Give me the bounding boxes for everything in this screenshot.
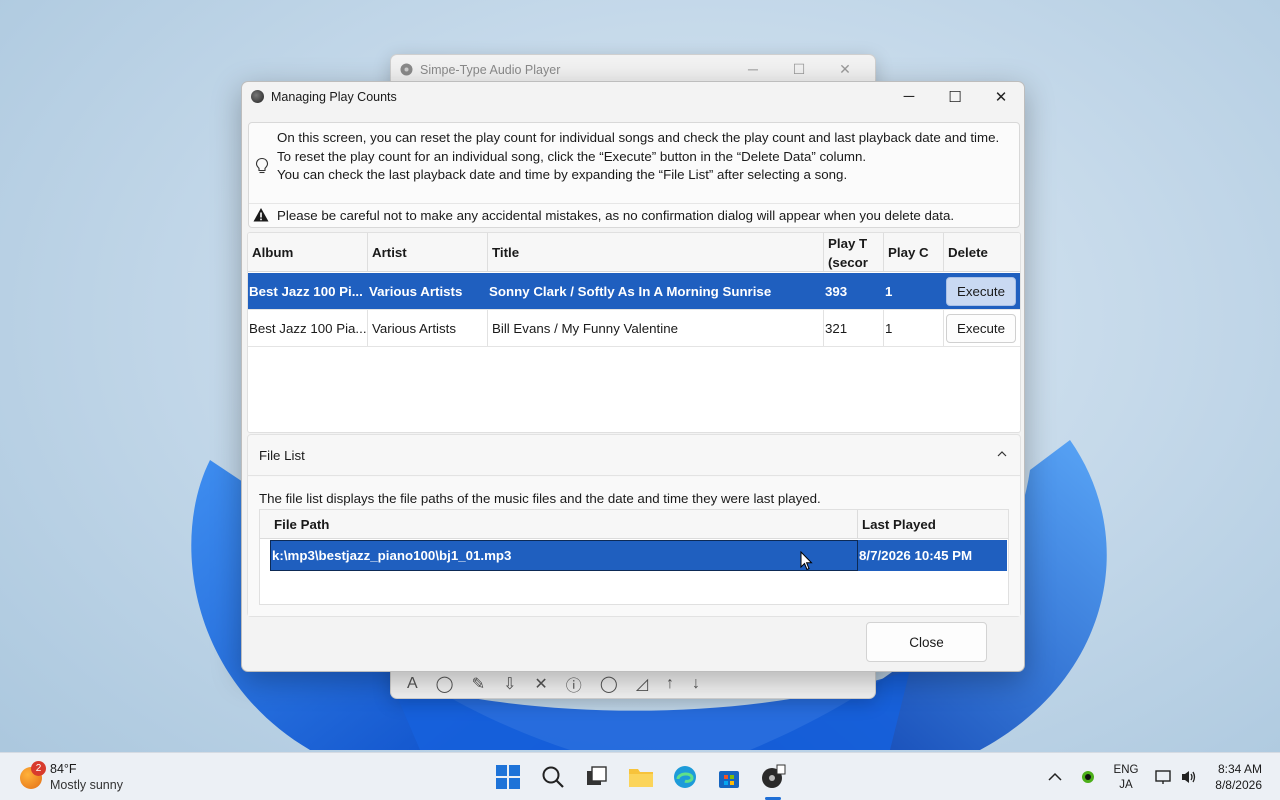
dialog-title: Managing Play Counts bbox=[271, 89, 397, 104]
mouse-cursor-icon bbox=[800, 551, 813, 571]
col-title[interactable]: Title bbox=[488, 233, 824, 271]
circle-icon[interactable]: ◯ bbox=[436, 674, 454, 694]
weather-condition: Mostly sunny bbox=[50, 778, 123, 792]
language-indicator[interactable]: ENG JA bbox=[1113, 763, 1139, 793]
col-last-played[interactable]: Last Played bbox=[858, 510, 1008, 538]
col-delete[interactable]: Delete bbox=[944, 233, 1020, 271]
dialog-maximize-icon[interactable]: ☐ bbox=[932, 82, 978, 111]
clock-time: 8:34 AM bbox=[1217, 762, 1262, 776]
cell-title: Bill Evans / My Funny Valentine bbox=[488, 310, 824, 346]
col-play-count[interactable]: Play C bbox=[884, 233, 944, 271]
file-list-expander: File List The file list displays the fil… bbox=[247, 434, 1021, 617]
file-list-description: The file list displays the file paths of… bbox=[259, 491, 821, 506]
language-top: ENG bbox=[1113, 764, 1139, 776]
info-panel: On this screen, you can reset the play c… bbox=[248, 122, 1020, 228]
songs-grid-header: Album Artist Title Play T (secor Play C … bbox=[248, 233, 1020, 272]
status-dot-icon[interactable] bbox=[1080, 769, 1096, 785]
up-icon[interactable]: ↑ bbox=[666, 675, 674, 693]
warning-text: Please be careful not to make any accide… bbox=[277, 208, 955, 223]
clock[interactable]: 8:34 AM 8/8/2026 bbox=[1210, 761, 1262, 793]
maximize-icon[interactable]: ☐ bbox=[779, 59, 819, 79]
info-icon[interactable]: ⓘ bbox=[566, 672, 582, 696]
warning-icon bbox=[253, 208, 269, 222]
file-list-grid: File Path Last Played k:\mp3\bestjazz_pi… bbox=[259, 509, 1009, 605]
cell-title: Sonny Clark / Softly As In A Morning Sun… bbox=[488, 273, 824, 309]
clock-date: 8/8/2026 bbox=[1215, 778, 1262, 792]
info-line-2: To reset the play count for an individua… bbox=[277, 148, 867, 164]
col-album[interactable]: Album bbox=[248, 233, 368, 271]
player-toolbar: A ◯ ✎ ⇩ ✕ ⓘ ◯ ◿ ↑ ↓ bbox=[391, 670, 875, 698]
play-counts-dialog: Managing Play Counts ─ ☐ ✕ On this scree… bbox=[241, 81, 1025, 672]
task-view-icon[interactable] bbox=[584, 764, 610, 790]
weather-temperature: 84°F bbox=[50, 762, 77, 776]
cell-play-time: 393 bbox=[824, 273, 884, 309]
import-icon[interactable]: ⇩ bbox=[503, 674, 516, 694]
edit-icon[interactable]: ✎ bbox=[472, 674, 485, 694]
weather-badge: 2 bbox=[31, 761, 46, 776]
execute-button[interactable]: Execute bbox=[946, 277, 1016, 306]
dialog-close-icon[interactable]: ✕ bbox=[978, 82, 1024, 111]
cell-play-time: 321 bbox=[824, 310, 884, 346]
taskbar: 2 84°F Mostly sunny ENG JA 8:34 AM 8/8/2… bbox=[0, 752, 1280, 800]
col-file-path[interactable]: File Path bbox=[270, 510, 858, 538]
file-explorer-icon[interactable] bbox=[628, 764, 654, 790]
cell-play-count: 1 bbox=[884, 310, 944, 346]
tag-icon[interactable]: ◿ bbox=[636, 674, 648, 694]
language-bottom: JA bbox=[1119, 779, 1133, 791]
close-button[interactable]: Close bbox=[866, 622, 987, 662]
search-icon[interactable] bbox=[540, 764, 566, 790]
file-list-header[interactable]: File List bbox=[248, 435, 1020, 476]
table-row[interactable]: Best Jazz 100 Pia... Various Artists Bil… bbox=[248, 310, 1020, 347]
table-row[interactable]: k:\mp3\bestjazz_piano100\bj1_01.mp3 8/7/… bbox=[270, 540, 1007, 571]
file-list-title: File List bbox=[259, 447, 305, 463]
volume-icon[interactable] bbox=[1180, 768, 1198, 786]
cell-file-path: k:\mp3\bestjazz_piano100\bj1_01.mp3 bbox=[270, 540, 858, 571]
close-icon[interactable]: ✕ bbox=[825, 59, 865, 79]
table-row[interactable]: Best Jazz 100 Pi... Various Artists Sonn… bbox=[248, 273, 1020, 310]
cell-album: Best Jazz 100 Pi... bbox=[248, 273, 368, 309]
dialog-app-icon bbox=[251, 90, 264, 103]
edge-browser-icon[interactable] bbox=[672, 764, 698, 790]
lightbulb-icon bbox=[255, 157, 269, 174]
cell-album: Best Jazz 100 Pia... bbox=[248, 310, 368, 346]
chevron-up-icon[interactable] bbox=[996, 449, 1008, 459]
cell-play-count: 1 bbox=[884, 273, 944, 309]
cell-artist: Various Artists bbox=[368, 273, 488, 309]
network-icon[interactable] bbox=[1154, 768, 1172, 786]
info-line-1: On this screen, you can reset the play c… bbox=[277, 130, 1000, 145]
record-icon[interactable]: ◯ bbox=[600, 674, 618, 694]
songs-grid: Album Artist Title Play T (secor Play C … bbox=[247, 232, 1021, 433]
font-icon[interactable]: A bbox=[407, 675, 418, 693]
cell-last-played: 8/7/2026 10:45 PM bbox=[859, 548, 973, 563]
store-icon[interactable] bbox=[716, 764, 742, 790]
warning-row: Please be careful not to make any accide… bbox=[249, 203, 1019, 227]
file-list-grid-header: File Path Last Played bbox=[260, 510, 1008, 539]
file-list-body: The file list displays the file paths of… bbox=[248, 477, 1020, 616]
player-app-icon bbox=[400, 63, 413, 76]
windows-start-icon[interactable] bbox=[495, 764, 521, 790]
col-play-time[interactable]: Play T (secor bbox=[824, 233, 884, 271]
col-artist[interactable]: Artist bbox=[368, 233, 488, 271]
background-window-title: Simpe-Type Audio Player bbox=[420, 62, 561, 77]
remove-icon[interactable]: ✕ bbox=[534, 674, 547, 694]
audio-player-taskbar-icon[interactable] bbox=[760, 764, 786, 790]
info-line-3: You can check the last playback date and… bbox=[277, 167, 848, 182]
down-icon[interactable]: ↓ bbox=[692, 675, 700, 693]
minimize-icon[interactable]: ─ bbox=[733, 59, 773, 79]
dialog-minimize-icon[interactable]: ─ bbox=[886, 82, 932, 111]
dialog-titlebar: Managing Play Counts ─ ☐ ✕ bbox=[242, 82, 1024, 111]
execute-button[interactable]: Execute bbox=[946, 314, 1016, 343]
cell-artist: Various Artists bbox=[368, 310, 488, 346]
chevron-up-icon[interactable] bbox=[1046, 768, 1064, 786]
